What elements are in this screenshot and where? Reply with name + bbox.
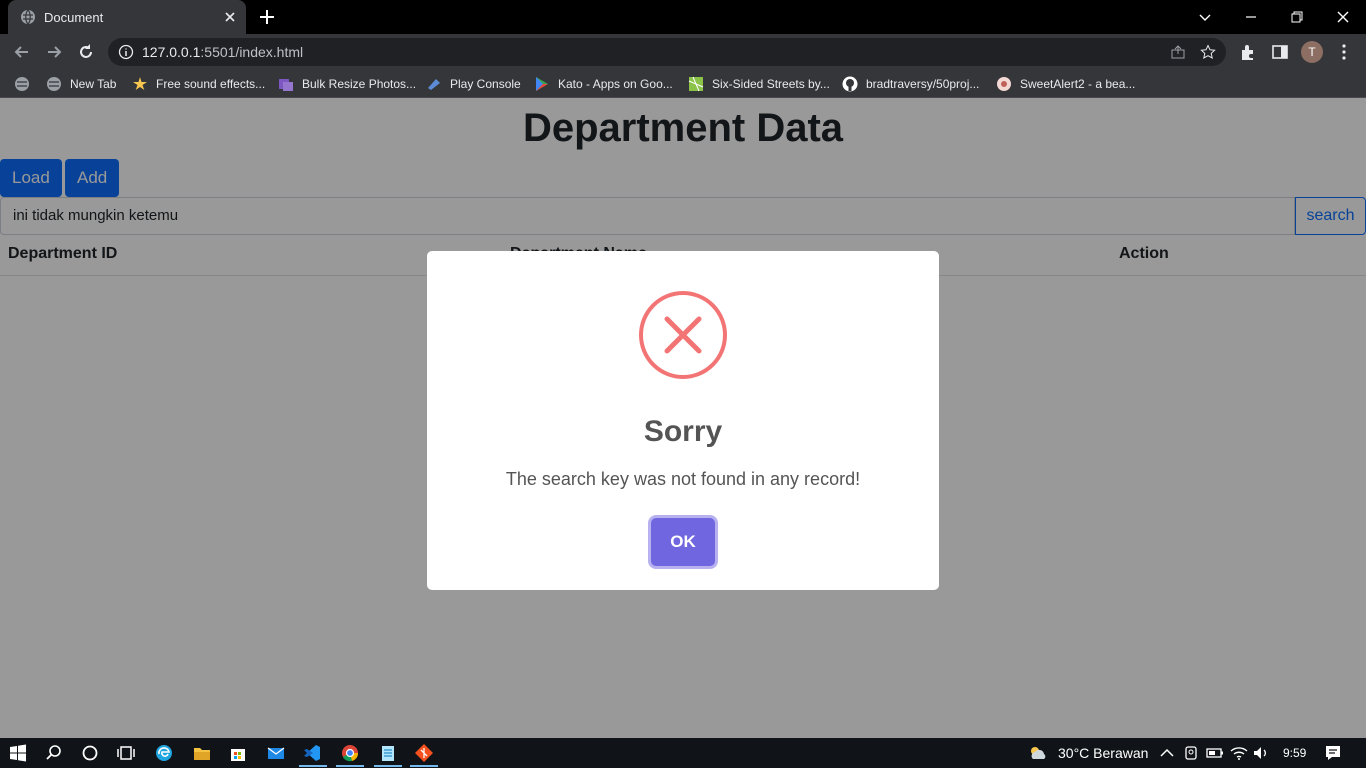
chrome-icon[interactable] xyxy=(340,743,360,763)
address-bar[interactable]: 127.0.0.1:5501/index.html xyxy=(108,38,1226,66)
error-x-icon xyxy=(639,291,727,379)
dialog-message: The search key was not found in any reco… xyxy=(505,469,861,489)
store-icon[interactable] xyxy=(228,743,248,763)
profile-avatar[interactable]: T xyxy=(1301,41,1323,63)
search-icon[interactable] xyxy=(44,743,64,763)
globe-icon xyxy=(15,77,29,91)
battery-icon[interactable] xyxy=(1205,743,1225,763)
windows-taskbar: 30°C Berawan 9:59 xyxy=(0,738,1366,768)
new-tab-icon[interactable] xyxy=(258,8,276,26)
edge-icon[interactable] xyxy=(154,743,174,763)
alert-dialog: Sorry The search key was not found in an… xyxy=(427,251,939,590)
bookmark-label: Play Console xyxy=(450,77,521,91)
notifications-icon[interactable] xyxy=(1323,743,1343,763)
active-app-indicator xyxy=(336,765,364,767)
bookmark-star-icon[interactable] xyxy=(1200,44,1216,60)
active-app-indicator xyxy=(299,765,327,767)
globe-icon xyxy=(21,9,35,25)
sweetalert-icon xyxy=(997,77,1011,91)
minimize-icon[interactable] xyxy=(1240,6,1262,28)
close-icon[interactable] xyxy=(222,9,238,25)
reload-icon[interactable] xyxy=(76,42,96,62)
volume-icon[interactable] xyxy=(1251,743,1271,763)
bookmark-item[interactable]: SweetAlert2 - a bea... xyxy=(996,75,1135,93)
bookmark-label: Kato - Apps on Goo... xyxy=(558,77,673,91)
bookmark-label: Bulk Resize Photos... xyxy=(302,77,417,91)
active-app-indicator xyxy=(410,765,438,767)
browser-titlebar: Document xyxy=(0,0,1366,34)
windows-start-icon[interactable] xyxy=(8,743,28,763)
browser-toolbar: 127.0.0.1:5501/index.html T xyxy=(0,34,1366,70)
bookmark-label: SweetAlert2 - a bea... xyxy=(1020,77,1136,91)
extensions-icon[interactable] xyxy=(1238,42,1258,62)
bookmark-item[interactable]: Kato - Apps on Goo... xyxy=(534,75,673,93)
google-play-icon xyxy=(536,77,548,91)
tab-search-icon[interactable] xyxy=(1194,6,1216,28)
map-icon xyxy=(688,76,704,92)
browser-tab[interactable]: Document xyxy=(8,0,246,34)
sound-icon xyxy=(133,77,147,90)
bookmarks-bar: New Tab Free sound effects... Bulk Resiz… xyxy=(0,70,1366,98)
bookmark-item[interactable]: Play Console xyxy=(426,75,521,93)
cortana-icon[interactable] xyxy=(80,743,100,763)
bookmark-label: Six-Sided Streets by... xyxy=(712,77,830,91)
bookmark-item[interactable]: Free sound effects... xyxy=(132,75,265,93)
bookmark-label: bradtraversy/50proj... xyxy=(866,77,980,91)
url-path: :5501/index.html xyxy=(200,44,304,60)
restore-icon[interactable] xyxy=(1286,6,1308,28)
bookmark-label: New Tab xyxy=(70,77,117,91)
info-icon[interactable] xyxy=(118,44,134,60)
globe-icon xyxy=(47,77,61,91)
notepad-icon[interactable] xyxy=(378,743,398,763)
weather-cloud-icon[interactable] xyxy=(1028,743,1048,763)
file-explorer-icon[interactable] xyxy=(192,743,212,763)
bookmark-item[interactable]: Six-Sided Streets by... xyxy=(688,75,830,93)
bookmark-item[interactable] xyxy=(14,75,38,93)
bookmark-label: Free sound effects... xyxy=(156,77,266,91)
forward-icon[interactable] xyxy=(44,42,64,62)
task-view-icon[interactable] xyxy=(116,743,136,763)
url-host: 127.0.0.1 xyxy=(142,44,201,60)
bookmark-item[interactable]: Bulk Resize Photos... xyxy=(278,75,416,93)
side-panel-icon[interactable] xyxy=(1270,42,1290,62)
wifi-icon[interactable] xyxy=(1229,743,1249,763)
tab-title: Document xyxy=(44,9,104,25)
github-icon xyxy=(842,76,858,92)
weather-text[interactable]: 30°C Berawan xyxy=(1058,745,1148,761)
meet-now-icon[interactable] xyxy=(1181,743,1201,763)
ok-button[interactable]: OK xyxy=(651,518,715,566)
active-app-indicator xyxy=(374,765,402,767)
bookmark-item[interactable]: New Tab xyxy=(46,75,116,93)
mail-icon[interactable] xyxy=(266,743,286,763)
play-console-icon xyxy=(428,79,440,90)
git-app-icon[interactable] xyxy=(414,743,434,763)
bookmark-item[interactable]: bradtraversy/50proj... xyxy=(842,75,979,93)
chevron-up-icon[interactable] xyxy=(1157,743,1177,763)
photos-icon xyxy=(279,79,293,91)
menu-kebab-icon[interactable] xyxy=(1334,42,1354,62)
clock[interactable]: 9:59 xyxy=(1283,746,1306,760)
back-icon[interactable] xyxy=(12,42,32,62)
window-close-icon[interactable] xyxy=(1332,6,1354,28)
dialog-title: Sorry xyxy=(643,415,723,448)
share-icon[interactable] xyxy=(1170,44,1186,60)
vscode-icon[interactable] xyxy=(302,743,322,763)
